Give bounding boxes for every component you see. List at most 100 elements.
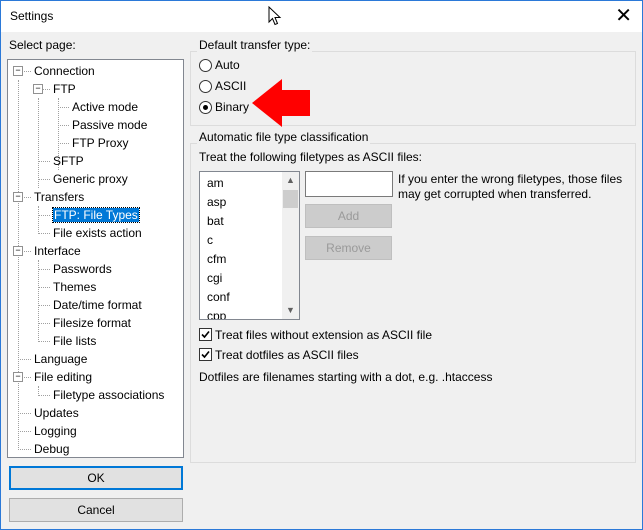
tree-item-label: Transfers: [34, 190, 85, 204]
tree-item[interactable]: Connection: [34, 63, 95, 79]
ok-button[interactable]: OK: [9, 466, 183, 490]
tree-item[interactable]: Interface: [34, 243, 81, 259]
checkmark-icon: [201, 330, 210, 339]
tree-item[interactable]: File lists: [53, 333, 96, 349]
collapse-toggle-icon[interactable]: −: [13, 372, 23, 382]
tree-connector: [38, 206, 39, 232]
list-item[interactable]: bat: [207, 212, 224, 231]
tree-item-label: Passwords: [53, 262, 112, 276]
tree-item-label: FTP: [53, 82, 76, 96]
collapse-toggle-icon[interactable]: −: [13, 66, 23, 76]
tree-item[interactable]: Themes: [53, 279, 96, 295]
tree-connector: [18, 431, 31, 432]
tree-item[interactable]: FTP: [53, 81, 76, 97]
collapse-toggle-icon[interactable]: −: [13, 246, 23, 256]
tree-connector: [38, 179, 50, 180]
no-extension-label: Treat files without extension as ASCII f…: [215, 328, 432, 342]
close-icon[interactable]: ✕: [615, 4, 632, 28]
tree-connector: [38, 98, 39, 188]
list-item[interactable]: cgi: [207, 269, 222, 288]
radio-binary[interactable]: [199, 101, 212, 114]
tree-connector: [38, 269, 50, 270]
tree-connector: [38, 341, 50, 342]
list-item[interactable]: cpp: [207, 307, 226, 319]
tree-item-label: File lists: [53, 334, 97, 348]
select-page-label: Select page:: [9, 38, 76, 52]
list-item[interactable]: asp: [207, 193, 226, 212]
tree-item[interactable]: FTP: File Types: [52, 207, 140, 223]
treat-ascii-label: Treat the following filetypes as ASCII f…: [199, 150, 422, 164]
new-extension-input[interactable]: [305, 171, 393, 197]
tree-connector: [58, 107, 69, 108]
mouse-cursor-icon: [268, 6, 282, 26]
tree-item[interactable]: Date/time format: [53, 297, 142, 313]
dotfiles-note: Dotfiles are filenames starting with a d…: [199, 370, 493, 384]
collapse-toggle-icon[interactable]: −: [33, 84, 43, 94]
tree-item-label: File exists action: [53, 226, 142, 240]
tree-connector: [58, 125, 69, 126]
tree-connector: [18, 449, 31, 450]
scroll-up-icon[interactable]: ▲: [286, 175, 295, 185]
tree-connector: [38, 260, 39, 340]
tree-item-label: Active mode: [72, 100, 139, 114]
tree-item[interactable]: Transfers: [34, 189, 84, 205]
classification-legend: Automatic file type classification: [197, 130, 371, 144]
collapse-toggle-icon[interactable]: −: [13, 192, 23, 202]
tree-item[interactable]: Passive mode: [72, 117, 147, 133]
tree-item[interactable]: File editing: [34, 369, 92, 385]
radio-ascii[interactable]: [199, 80, 212, 93]
tree-item[interactable]: Logging: [34, 423, 77, 439]
remove-button[interactable]: Remove: [305, 236, 392, 260]
list-scrollbar[interactable]: ▲ ▼: [282, 172, 299, 319]
tree-connector: [38, 323, 50, 324]
tree-item[interactable]: File exists action: [53, 225, 142, 241]
tree-item[interactable]: Filetype associations: [53, 387, 164, 403]
tree-item[interactable]: Updates: [34, 405, 79, 421]
list-item[interactable]: c: [207, 231, 213, 250]
tree-item[interactable]: FTP Proxy: [72, 135, 128, 151]
tree-item[interactable]: Passwords: [53, 261, 112, 277]
tree-item-label: Themes: [53, 280, 97, 294]
scroll-thumb[interactable]: [283, 190, 298, 208]
radio-auto[interactable]: [199, 59, 212, 72]
tree-item[interactable]: Filesize format: [53, 315, 131, 331]
tree-item[interactable]: Active mode: [72, 99, 138, 115]
title-bar: Settings ✕: [1, 1, 642, 32]
tree-connector: [58, 143, 69, 144]
tree-item[interactable]: Debug: [34, 441, 69, 457]
tree-item[interactable]: Language: [34, 351, 87, 367]
scroll-down-icon[interactable]: ▼: [286, 305, 295, 315]
tree-connector: [18, 413, 31, 414]
tree-connector: [18, 80, 19, 448]
tree-connector: [18, 359, 31, 360]
cancel-button[interactable]: Cancel: [9, 498, 183, 522]
tree-item-label: Language: [34, 352, 88, 366]
tree-connector: [38, 395, 50, 396]
add-button[interactable]: Add: [305, 204, 392, 228]
tree-connector: [38, 215, 50, 216]
tree-connector: [38, 386, 39, 394]
tree-connector: [38, 305, 50, 306]
tree-item-label: Interface: [34, 244, 81, 258]
tree-item-label: Generic proxy: [53, 172, 128, 186]
tree-item-label: Date/time format: [53, 298, 142, 312]
wrong-filetypes-warning: If you enter the wrong filetypes, those …: [398, 172, 623, 201]
radio-binary-label: Binary: [215, 100, 250, 114]
tree-item-label: FTP Proxy: [72, 136, 129, 150]
tree-item-label: Updates: [34, 406, 79, 420]
ascii-extensions-list[interactable]: cpp conf cgi cfm c bat asp am ▲ ▼: [199, 171, 300, 320]
list-item[interactable]: am: [207, 174, 224, 193]
checkmark-icon: [201, 350, 210, 359]
tree-item-label: SFTP: [53, 154, 84, 168]
dotfiles-checkbox[interactable]: [199, 348, 212, 361]
tree-item-label: Filetype associations: [53, 388, 165, 402]
page-tree[interactable]: Connection − FTP − Active mode Passive mode FT…: [7, 59, 184, 458]
tree-item-label: Logging: [34, 424, 77, 438]
tree-item[interactable]: Generic proxy: [53, 171, 128, 187]
tree-connector: [38, 233, 50, 234]
list-item[interactable]: conf: [207, 288, 230, 307]
list-item[interactable]: cfm: [207, 250, 226, 269]
no-extension-checkbox[interactable]: [199, 328, 212, 341]
tree-item[interactable]: SFTP: [53, 153, 84, 169]
tree-item-label: FTP: File Types: [52, 207, 140, 223]
